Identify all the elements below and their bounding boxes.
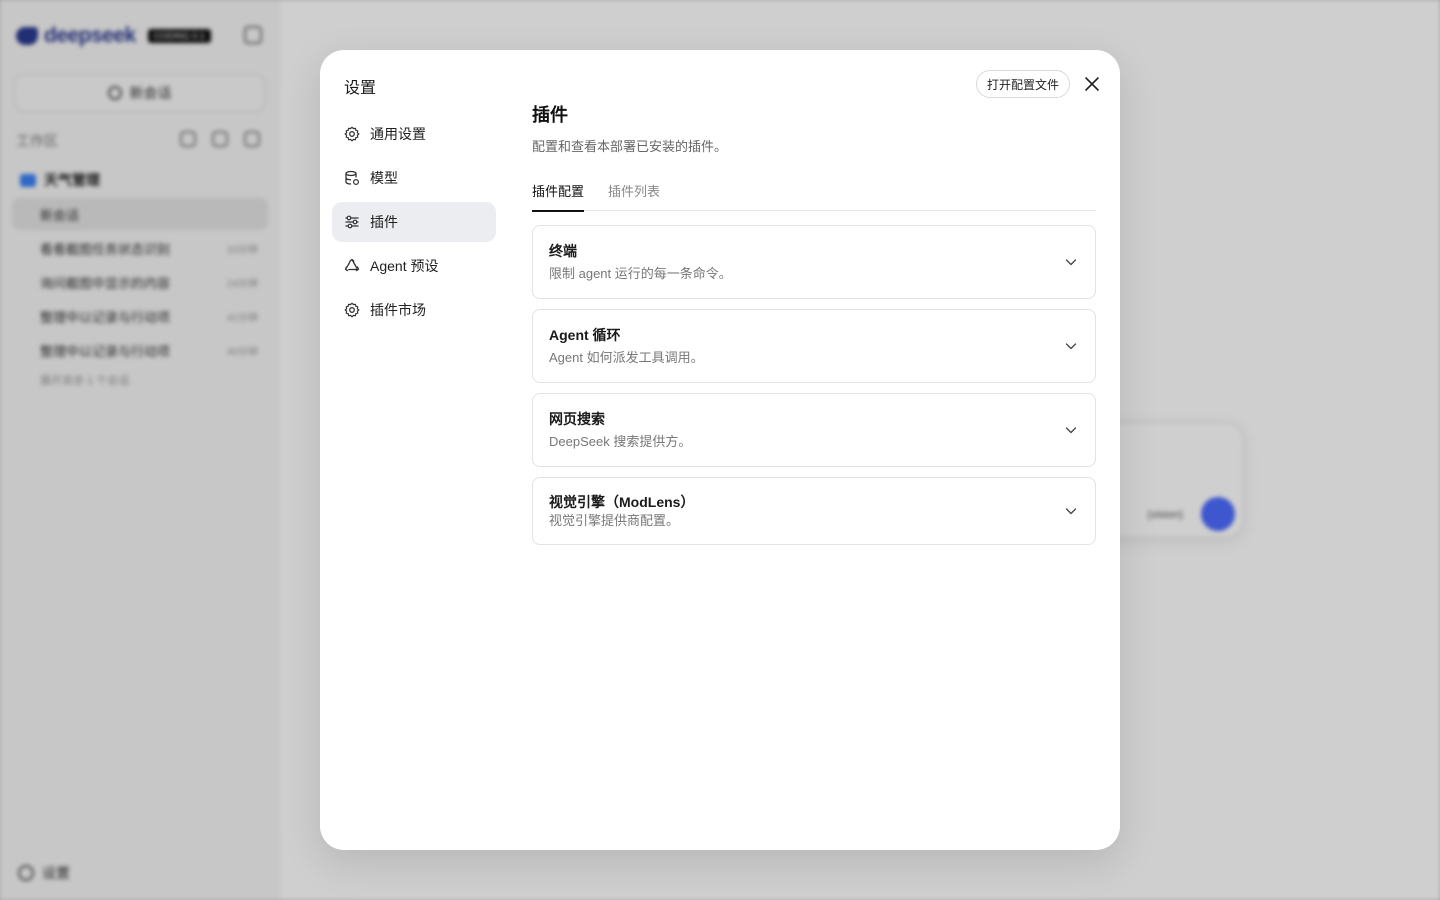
recycle-icon xyxy=(344,258,360,272)
plugin-description: DeepSeek 搜索提供方。 xyxy=(549,434,692,449)
sliders-icon xyxy=(345,215,359,229)
close-icon xyxy=(1085,77,1099,91)
nav-item-agent-presets[interactable]: Agent 预设 xyxy=(332,246,496,286)
nav-item-general[interactable]: 通用设置 xyxy=(332,114,496,154)
nav-label: 插件市场 xyxy=(370,302,426,318)
database-icon xyxy=(345,170,360,186)
plugin-description: Agent 如何派发工具调用。 xyxy=(549,350,704,365)
panel-title: 插件 xyxy=(532,105,568,125)
chevron-down-icon[interactable] xyxy=(1063,338,1079,354)
chevron-down-icon[interactable] xyxy=(1063,422,1079,438)
settings-dialog: 设置 打开配置文件 通用设置 模型 插件 Agent 预设 插件市场 插件 配置… xyxy=(320,50,1120,850)
plugin-description: 限制 agent 运行的每一条命令。 xyxy=(549,266,732,281)
gear-icon xyxy=(344,126,360,142)
tab-plugin-config[interactable]: 插件配置 xyxy=(532,177,585,212)
nav-label: Agent 预设 xyxy=(370,258,439,274)
plugin-name: 网页搜索 xyxy=(549,411,605,427)
plugin-card-terminal[interactable]: 终端 限制 agent 运行的每一条命令。 xyxy=(532,225,1096,299)
chevron-down-icon[interactable] xyxy=(1063,254,1079,270)
nav-item-plugin-market[interactable]: 插件市场 xyxy=(332,290,496,330)
plugins-panel: 插件 配置和查看本部署已安装的插件。 插件配置 插件列表 终端 限制 agent… xyxy=(532,102,1096,555)
settings-nav: 通用设置 模型 插件 Agent 预设 插件市场 xyxy=(332,114,496,334)
close-button[interactable] xyxy=(1082,74,1102,94)
plugin-name: 终端 xyxy=(549,243,577,259)
tab-plugin-list[interactable]: 插件列表 xyxy=(608,177,660,211)
nav-label: 插件 xyxy=(370,214,398,230)
plugin-card-agent-loop[interactable]: Agent 循环 Agent 如何派发工具调用。 xyxy=(532,309,1096,383)
nav-item-plugins[interactable]: 插件 xyxy=(332,202,496,242)
nav-label: 通用设置 xyxy=(370,126,426,142)
plugin-description: 视觉引擎提供商配置。 xyxy=(549,513,680,528)
dialog-title: 设置 xyxy=(344,80,377,97)
nav-item-models[interactable]: 模型 xyxy=(332,158,496,198)
panel-description: 配置和查看本部署已安装的插件。 xyxy=(532,139,728,154)
plugin-card-web-search[interactable]: 网页搜索 DeepSeek 搜索提供方。 xyxy=(532,393,1096,467)
plugin-list: 终端 限制 agent 运行的每一条命令。 Agent 循环 Agent 如何派… xyxy=(532,225,1096,545)
tab-bar: 插件配置 插件列表 xyxy=(532,177,1096,212)
gear-icon xyxy=(344,302,360,318)
plugin-name: Agent 循环 xyxy=(549,327,621,343)
nav-label: 模型 xyxy=(370,170,398,186)
plugin-card-vision-engine[interactable]: 视觉引擎（ModLens） 视觉引擎提供商配置。 xyxy=(532,477,1096,545)
open-config-file-button[interactable]: 打开配置文件 xyxy=(976,70,1071,98)
chevron-down-icon[interactable] xyxy=(1063,503,1079,519)
plugin-name: 视觉引擎（ModLens） xyxy=(549,494,695,510)
